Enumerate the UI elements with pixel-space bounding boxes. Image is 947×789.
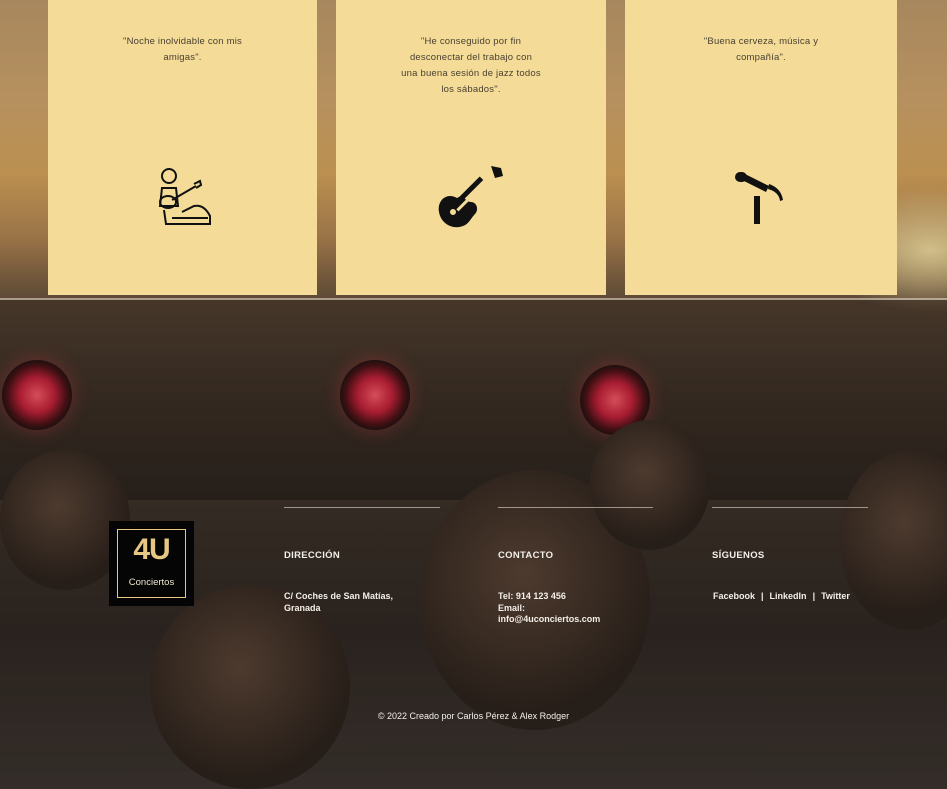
testimonial-card: "He conseguido por fin desconectar del t… — [336, 0, 606, 295]
social-links: Facebook | LinkedIn | Twitter — [713, 591, 850, 601]
testimonial-card: "Noche inolvidable con mis amigas". — [48, 0, 317, 295]
microphone-icon — [735, 172, 783, 224]
column-divider — [498, 507, 653, 508]
electric-guitar-icon — [438, 166, 503, 228]
guitarist-icon — [158, 168, 211, 225]
email-label: Email: — [498, 602, 526, 613]
logo-mark: 4U — [133, 533, 170, 566]
contact-text: Tel: 914 123 456 Email: info@4uconcierto… — [498, 591, 600, 626]
column-divider — [284, 507, 440, 508]
logo-subtitle: Conciertos — [128, 577, 175, 588]
address-text: C/ Coches de San Matías, Granada — [284, 591, 394, 613]
testimonial-quote: "Buena cerveza, música y compañía". — [703, 36, 819, 63]
testimonial-quote: "He conseguido por fin desconectar del t… — [401, 36, 541, 95]
phone-text: Tel: 914 123 456 — [498, 591, 566, 601]
divider-line — [0, 298, 947, 300]
siguenos-heading: SÍGUENOS — [712, 550, 765, 561]
facebook-link[interactable]: Facebook — [713, 591, 755, 601]
direccion-heading: DIRECCIÓN — [284, 550, 341, 561]
brand-logo[interactable]: 4U Conciertos — [109, 521, 194, 606]
linkedin-link[interactable]: LinkedIn — [770, 591, 807, 601]
copyright-text: © 2022 Creado por Carlos Pérez & Alex Ro… — [377, 711, 570, 721]
twitter-link[interactable]: Twitter — [821, 591, 850, 601]
link-separator: | — [812, 591, 816, 601]
testimonial-quote: "Noche inolvidable con mis amigas". — [123, 36, 242, 63]
link-separator: | — [761, 591, 764, 601]
email-link[interactable]: info@4uconciertos.com — [498, 614, 600, 624]
testimonial-card: "Buena cerveza, música y compañía". — [625, 0, 897, 295]
column-divider — [712, 507, 868, 508]
contacto-heading: CONTACTO — [498, 550, 554, 561]
